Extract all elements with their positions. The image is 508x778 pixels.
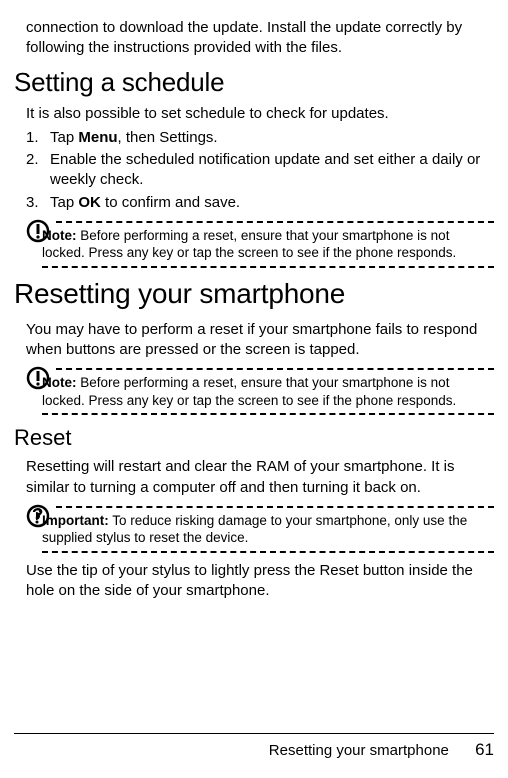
note-text: Note: Before performing a reset, ensure …: [42, 374, 492, 409]
heading-setting-schedule: Setting a schedule: [14, 67, 494, 98]
list-item: 2. Enable the scheduled notification upd…: [26, 150, 494, 191]
list-item: 3. Tap OK to confirm and save.: [26, 193, 494, 213]
heading-reset: Reset: [14, 425, 494, 451]
note-text: Note: Before performing a reset, ensure …: [42, 227, 492, 262]
list-item: 1. Tap Menu, then Settings.: [26, 128, 494, 148]
numbered-list: 1. Tap Menu, then Settings. 2. Enable th…: [26, 128, 494, 213]
note-icon: [26, 219, 50, 243]
chapter-paragraph: You may have to perform a reset if your …: [26, 320, 492, 361]
note-icon: [26, 366, 50, 390]
list-content: Enable the scheduled notification update…: [50, 150, 494, 191]
important-icon: [26, 504, 50, 528]
page-footer: Resetting your smartphone 61: [14, 733, 494, 760]
note-block: Note: Before performing a reset, ensure …: [26, 368, 494, 415]
note-block: Note: Before performing a reset, ensure …: [26, 221, 494, 268]
heading-resetting-smartphone: Resetting your smartphone: [14, 278, 494, 310]
list-content: Tap OK to confirm and save.: [50, 193, 494, 213]
list-number: 3.: [26, 193, 50, 213]
list-content: Tap Menu, then Settings.: [50, 128, 494, 148]
reset-paragraph: Resetting will restart and clear the RAM…: [26, 457, 492, 498]
intro-paragraph: connection to download the update. Insta…: [26, 18, 492, 59]
schedule-paragraph: It is also possible to set schedule to c…: [26, 104, 492, 124]
list-number: 1.: [26, 128, 50, 148]
stylus-paragraph: Use the tip of your stylus to lightly pr…: [26, 561, 492, 602]
page-number: 61: [475, 740, 494, 759]
footer-title: Resetting your smartphone: [269, 742, 449, 759]
list-number: 2.: [26, 150, 50, 191]
important-text: Important: To reduce risking damage to y…: [42, 512, 492, 547]
important-block: Important: To reduce risking damage to y…: [26, 506, 494, 553]
